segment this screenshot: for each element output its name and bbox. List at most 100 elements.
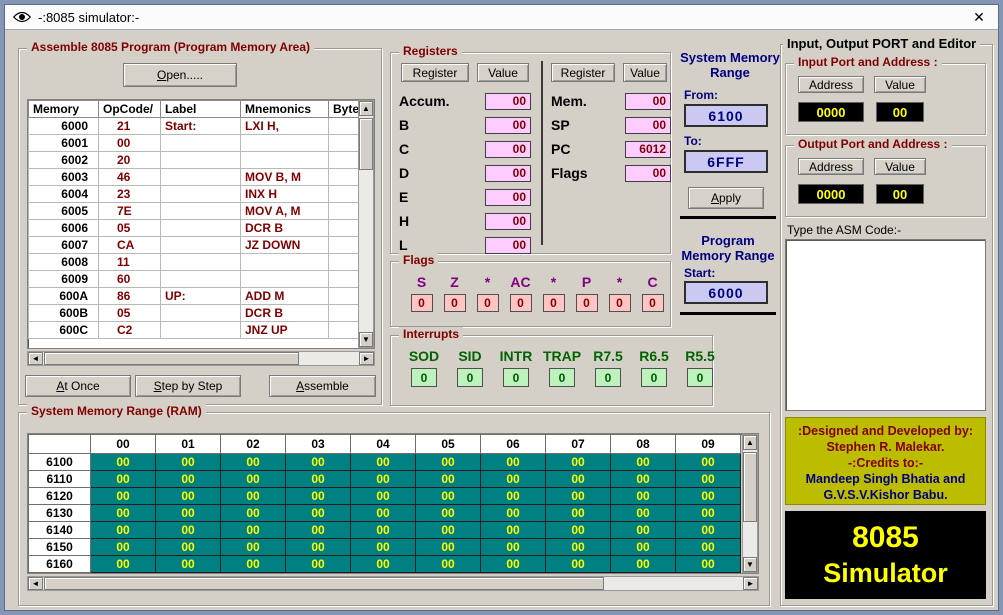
ram-hscroll-thumb[interactable] — [44, 577, 604, 590]
value-header-button-left[interactable]: Value — [477, 63, 529, 82]
ram-cell[interactable]: 00 — [676, 471, 741, 488]
close-icon[interactable]: ✕ — [968, 9, 990, 26]
asm-code-textarea[interactable] — [785, 239, 986, 411]
ram-cell[interactable]: 00 — [611, 522, 676, 539]
ram-cell[interactable]: 00 — [611, 471, 676, 488]
register-value-field[interactable]: 00 — [485, 189, 531, 206]
open-button[interactable]: Open..... — [123, 63, 237, 87]
output-address-button[interactable]: Address — [798, 158, 864, 175]
program-row[interactable]: 60057EMOV A, M — [29, 203, 361, 220]
ram-cell[interactable]: 00 — [286, 522, 351, 539]
program-row[interactable]: 600B05DCR B — [29, 305, 361, 322]
ram-cell[interactable]: 00 — [481, 454, 546, 471]
program-row[interactable]: 600220 — [29, 152, 361, 169]
ram-cell[interactable]: 00 — [156, 471, 221, 488]
ram-cell[interactable]: 00 — [481, 505, 546, 522]
ram-cell[interactable]: 00 — [416, 471, 481, 488]
ram-cell[interactable]: 00 — [676, 522, 741, 539]
register-value-field[interactable]: 00 — [485, 117, 531, 134]
ram-cell[interactable]: 00 — [481, 539, 546, 556]
ram-cell[interactable]: 00 — [546, 522, 611, 539]
program-vertical-scrollbar[interactable]: ▲ ▼ — [358, 100, 374, 348]
register-value-field[interactable]: 00 — [485, 141, 531, 158]
program-horizontal-scrollbar[interactable]: ◄ ► — [27, 351, 375, 366]
scroll-right-icon[interactable]: ► — [743, 577, 758, 590]
ram-cell[interactable]: 00 — [221, 556, 286, 573]
program-row[interactable]: 600811 — [29, 254, 361, 271]
register-value-field[interactable]: 00 — [485, 165, 531, 182]
ram-cell[interactable]: 00 — [351, 522, 416, 539]
ram-cell[interactable]: 00 — [676, 539, 741, 556]
program-row[interactable]: 600A86UP:ADD M — [29, 288, 361, 305]
program-row[interactable]: 600960 — [29, 271, 361, 288]
ram-cell[interactable]: 00 — [676, 505, 741, 522]
ram-cell[interactable]: 00 — [676, 556, 741, 573]
ram-cell[interactable]: 00 — [611, 556, 676, 573]
scroll-down-icon[interactable]: ▼ — [743, 557, 757, 572]
from-value-field[interactable]: 6100 — [684, 104, 768, 127]
ram-cell[interactable]: 00 — [546, 539, 611, 556]
register-header-button-right[interactable]: Register — [551, 63, 615, 82]
titlebar[interactable]: -:8085 simulator:- ✕ — [5, 5, 998, 30]
output-address-display[interactable]: 0000 — [798, 184, 864, 204]
output-value-button[interactable]: Value — [874, 158, 926, 175]
program-row[interactable]: 600605DCR B — [29, 220, 361, 237]
ram-cell[interactable]: 00 — [91, 556, 156, 573]
input-value-display[interactable]: 00 — [876, 102, 924, 122]
ram-cell[interactable]: 00 — [156, 539, 221, 556]
ram-cell[interactable]: 00 — [611, 539, 676, 556]
ram-cell[interactable]: 00 — [351, 488, 416, 505]
apply-button[interactable]: Apply — [688, 187, 764, 209]
ram-cell[interactable]: 00 — [351, 471, 416, 488]
ram-horizontal-scrollbar[interactable]: ◄ ► — [27, 576, 759, 591]
at-once-button[interactable]: At Once — [25, 375, 131, 397]
ram-cell[interactable]: 00 — [156, 505, 221, 522]
value-header-button-right[interactable]: Value — [623, 63, 667, 82]
ram-cell[interactable]: 00 — [611, 488, 676, 505]
ram-cell[interactable]: 00 — [351, 539, 416, 556]
register-value-field[interactable]: 00 — [625, 93, 671, 110]
ram-cell[interactable]: 00 — [91, 505, 156, 522]
assemble-button[interactable]: Assemble — [269, 375, 376, 397]
program-row[interactable]: 600CC2JNZ UP — [29, 322, 361, 339]
scroll-left-icon[interactable]: ◄ — [28, 352, 43, 365]
register-value-field[interactable]: 00 — [625, 165, 671, 182]
scroll-left-icon[interactable]: ◄ — [28, 577, 43, 590]
ram-cell[interactable]: 00 — [286, 556, 351, 573]
ram-cell[interactable]: 00 — [416, 454, 481, 471]
ram-cell[interactable]: 00 — [546, 505, 611, 522]
ram-cell[interactable]: 00 — [286, 488, 351, 505]
register-header-button-left[interactable]: Register — [401, 63, 469, 82]
start-value-field[interactable]: 6000 — [684, 281, 768, 304]
ram-cell[interactable]: 00 — [91, 539, 156, 556]
ram-vertical-scrollbar[interactable]: ▲ ▼ — [742, 434, 758, 573]
ram-cell[interactable]: 00 — [221, 488, 286, 505]
scroll-down-icon[interactable]: ▼ — [359, 332, 373, 347]
ram-cell[interactable]: 00 — [221, 539, 286, 556]
ram-cell[interactable]: 00 — [481, 471, 546, 488]
ram-cell[interactable]: 00 — [546, 471, 611, 488]
ram-cell[interactable]: 00 — [286, 539, 351, 556]
ram-vscroll-thumb[interactable] — [743, 452, 757, 522]
ram-cell[interactable]: 00 — [156, 454, 221, 471]
ram-cell[interactable]: 00 — [156, 488, 221, 505]
ram-cell[interactable]: 00 — [676, 488, 741, 505]
register-value-field[interactable]: 00 — [485, 213, 531, 230]
input-address-button[interactable]: Address — [798, 76, 864, 93]
program-hscroll-thumb[interactable] — [44, 352, 299, 365]
ram-cell[interactable]: 00 — [416, 522, 481, 539]
input-value-button[interactable]: Value — [874, 76, 926, 93]
program-row[interactable]: 600346MOV B, M — [29, 169, 361, 186]
scroll-up-icon[interactable]: ▲ — [743, 435, 757, 450]
ram-cell[interactable]: 00 — [221, 454, 286, 471]
program-row[interactable]: 600021Start:LXI H, — [29, 118, 361, 135]
ram-cell[interactable]: 00 — [416, 505, 481, 522]
ram-cell[interactable]: 00 — [676, 454, 741, 471]
register-value-field[interactable]: 00 — [625, 117, 671, 134]
ram-cell[interactable]: 00 — [611, 454, 676, 471]
ram-cell[interactable]: 00 — [91, 454, 156, 471]
program-row[interactable]: 600100 — [29, 135, 361, 152]
ram-cell[interactable]: 00 — [481, 556, 546, 573]
ram-cell[interactable]: 00 — [481, 488, 546, 505]
ram-cell[interactable]: 00 — [91, 522, 156, 539]
